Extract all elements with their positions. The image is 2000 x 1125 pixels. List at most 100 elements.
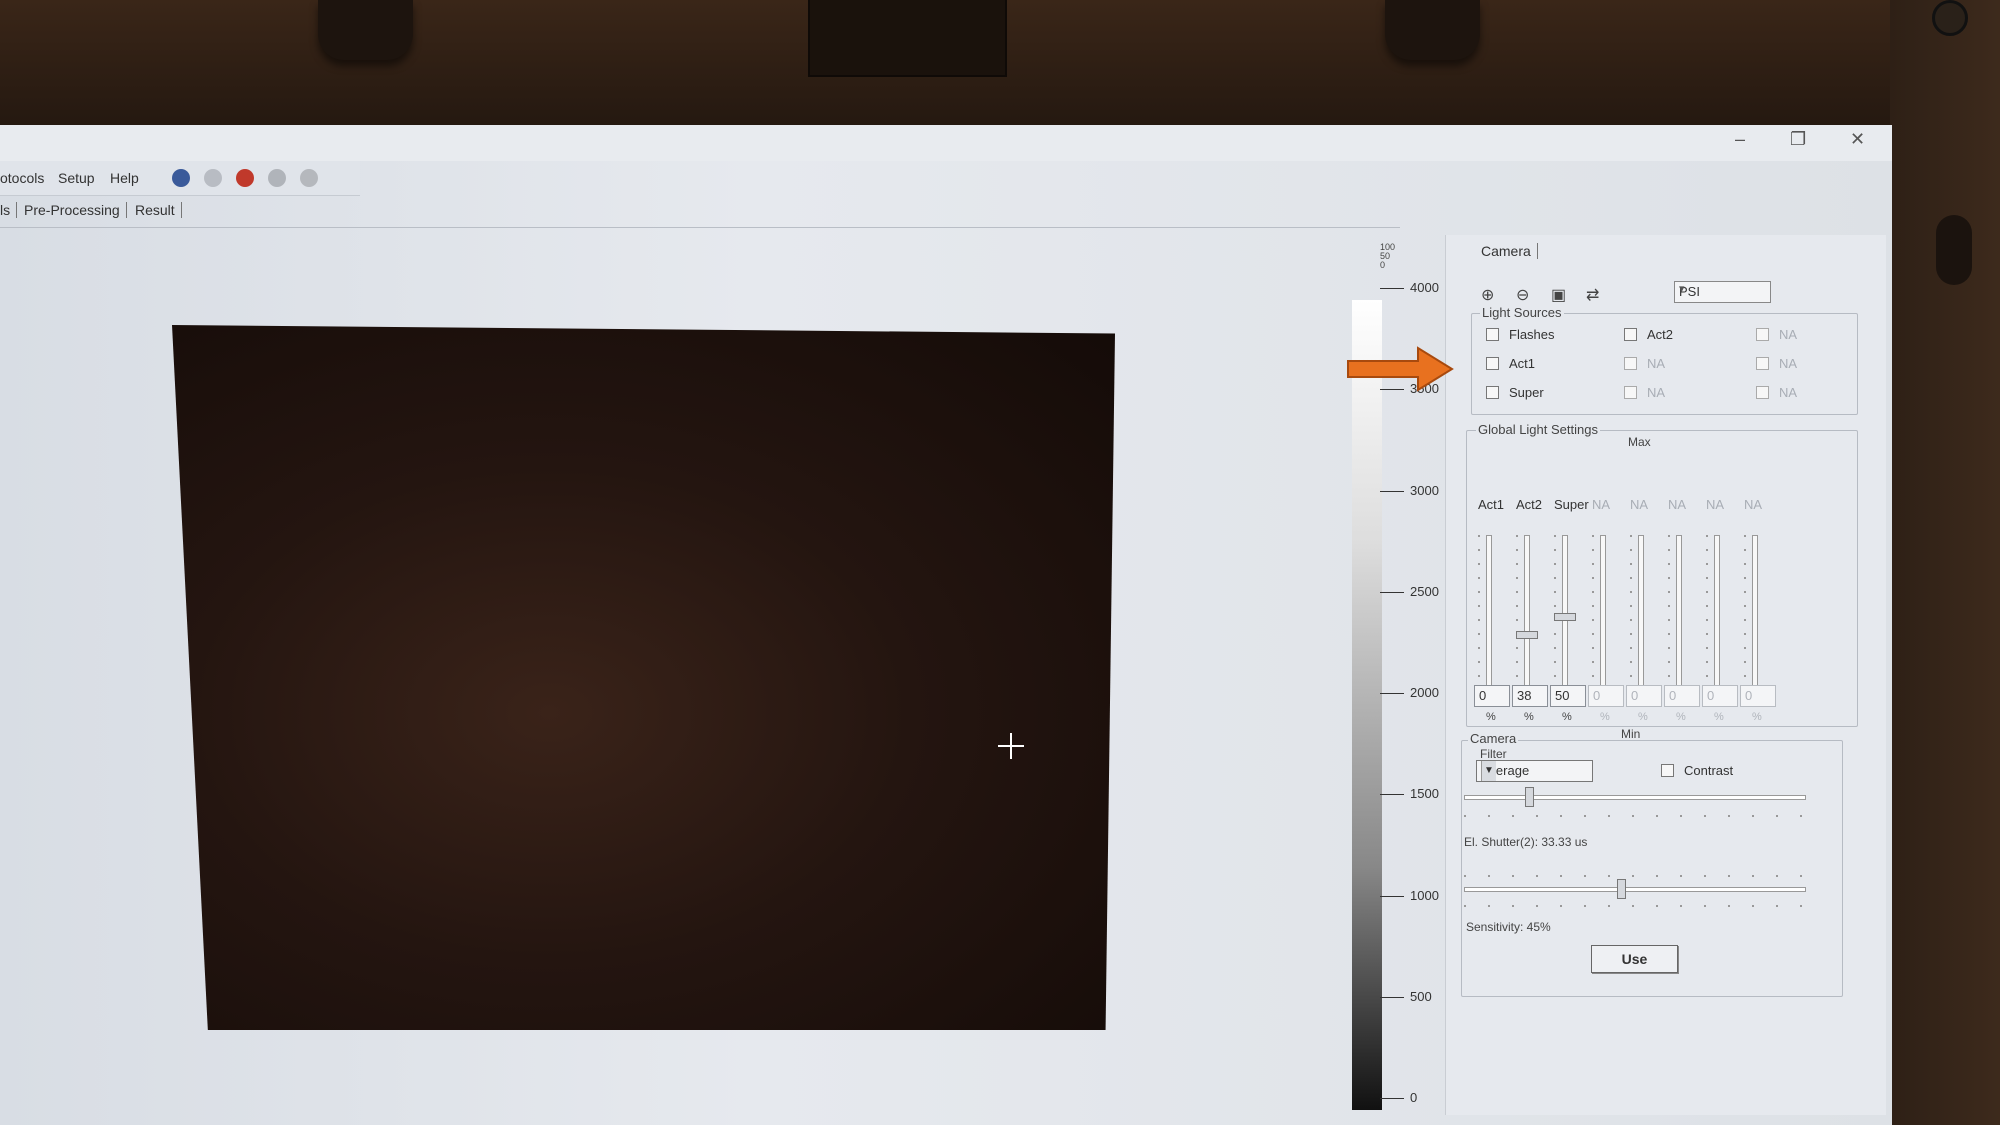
light-source-label: NA — [1779, 327, 1798, 342]
crosshair-cursor — [998, 733, 1024, 759]
checkbox-box[interactable] — [1486, 328, 1499, 341]
bezel-clip — [808, 0, 1007, 77]
menu-help[interactable]: Help — [110, 170, 139, 186]
tabs-bar: ls Pre-Processing Result — [0, 195, 1400, 228]
channel-slider-ticks — [1744, 535, 1746, 695]
checkbox-box[interactable] — [1756, 386, 1769, 399]
light-source-checkbox[interactable]: NA — [1756, 385, 1797, 400]
sensitivity-slider-thumb[interactable] — [1617, 879, 1626, 899]
light-source-checkbox[interactable]: Act1 — [1486, 356, 1535, 371]
shutter-slider-track[interactable] — [1464, 795, 1806, 800]
channel-slider-track[interactable] — [1714, 535, 1720, 697]
device-screw — [1932, 0, 1968, 36]
transfer-icon[interactable]: ⇄ — [1586, 285, 1604, 304]
flash-icon[interactable] — [236, 169, 254, 187]
light-source-checkbox[interactable]: Act2 — [1624, 327, 1673, 342]
title-bar: – ❐ ✕ — [0, 125, 1892, 161]
channel-slider-track[interactable] — [1486, 535, 1492, 697]
restore-button[interactable]: ❐ — [1790, 129, 1806, 150]
light-source-label: NA — [1647, 385, 1666, 400]
scale-tick — [1380, 591, 1404, 593]
channel-slider-ticks — [1630, 535, 1632, 695]
tab-protocols[interactable]: ls — [0, 202, 18, 218]
channel-slider-track[interactable] — [1600, 535, 1606, 697]
channel-value-field[interactable]: 0 — [1474, 685, 1510, 707]
light-source-label: NA — [1647, 356, 1666, 371]
channel-slider-ticks — [1668, 535, 1670, 695]
scale-tick — [1380, 1098, 1404, 1099]
checkbox-box[interactable] — [1486, 386, 1499, 399]
tab-camera[interactable]: Camera — [1481, 243, 1538, 259]
channel-value-field[interactable]: 0 — [1588, 685, 1624, 707]
channel-value-field[interactable]: 0 — [1702, 685, 1738, 707]
filter-select[interactable]: Average ▼ — [1476, 760, 1593, 782]
channel-label: NA — [1668, 497, 1687, 512]
channel-label: NA — [1592, 497, 1611, 512]
menu-setup[interactable]: Setup — [58, 170, 95, 186]
sensitivity-slider-track[interactable] — [1464, 887, 1806, 892]
shutter-slider-thumb[interactable] — [1525, 787, 1535, 807]
channel-value-field[interactable]: 0 — [1740, 685, 1776, 707]
channel-value-field[interactable]: 50 — [1550, 685, 1586, 707]
sensitivity-slider-ticks-top — [1464, 875, 1804, 877]
zoom-in-icon[interactable]: ⊕ — [1481, 285, 1499, 304]
checkbox-box[interactable] — [1486, 357, 1499, 370]
filter-label: Filter — [1480, 747, 1507, 761]
channel-value: 50 — [1555, 688, 1570, 703]
scale-tick-label: 1500 — [1410, 786, 1439, 802]
scale-tick — [1380, 794, 1404, 796]
fluorescence-image-view[interactable] — [172, 325, 1115, 1030]
use-button[interactable]: Use — [1591, 945, 1678, 973]
chevron-down-icon: ▾ — [1679, 283, 1685, 295]
zoom-out-icon[interactable]: ⊖ — [1516, 285, 1534, 304]
channel-slider-track[interactable] — [1524, 535, 1530, 697]
scale-percent-0: 0 — [1380, 260, 1386, 270]
shutter-text: El. Shutter(2): 33.33 us — [1464, 835, 1588, 849]
channel-value-field[interactable]: 38 — [1512, 685, 1548, 707]
contrast-checkbox[interactable]: Contrast — [1661, 763, 1733, 778]
scale-tick — [1380, 288, 1404, 289]
camera-group-title: Camera — [1468, 731, 1519, 746]
light-source-checkbox[interactable]: NA — [1756, 356, 1797, 371]
light-source-checkbox[interactable]: Flashes — [1486, 327, 1555, 342]
channel-unit: % — [1638, 711, 1648, 723]
tab-pre-processing[interactable]: Pre-Processing — [24, 202, 127, 218]
channel-slider-thumb[interactable] — [1554, 612, 1576, 621]
script-icon[interactable] — [204, 169, 222, 187]
protocol-select[interactable]: PSI ▾ — [1674, 281, 1771, 303]
minimize-button[interactable]: – — [1735, 129, 1745, 150]
channel-value-field[interactable]: 0 — [1664, 685, 1700, 707]
checkbox-box[interactable] — [1756, 357, 1769, 370]
menu-protocols[interactable]: otocols — [0, 170, 44, 186]
channel-slider-track[interactable] — [1752, 535, 1758, 697]
orange-arrow-annotation — [1347, 346, 1454, 392]
sensitivity-text: Sensitivity: 45% — [1466, 920, 1551, 934]
channel-label: NA — [1744, 497, 1763, 512]
chevron-down-icon: ▼ — [1481, 761, 1496, 781]
min-label: Min — [1621, 727, 1641, 741]
channel-value-field[interactable]: 0 — [1626, 685, 1662, 707]
checkbox-box[interactable] — [1624, 386, 1637, 399]
light-source-checkbox[interactable]: NA — [1756, 327, 1797, 342]
channel-slider-ticks — [1478, 535, 1480, 695]
stop-icon[interactable] — [268, 169, 286, 187]
light-source-label: NA — [1779, 356, 1798, 371]
tool-icon[interactable] — [300, 169, 318, 187]
channel-slider-thumb[interactable] — [1516, 631, 1538, 640]
contrast-checkbox-box[interactable] — [1661, 764, 1674, 777]
tab-result[interactable]: Result — [135, 202, 182, 218]
experiment-icon[interactable] — [172, 169, 190, 187]
light-source-checkbox[interactable]: NA — [1624, 356, 1665, 371]
checkbox-box[interactable] — [1756, 328, 1769, 341]
checkbox-box[interactable] — [1624, 357, 1637, 370]
channel-slider-track[interactable] — [1676, 535, 1682, 697]
camera-icon[interactable]: ▣ — [1551, 285, 1569, 304]
intensity-colorbar — [1352, 300, 1382, 1110]
close-button[interactable]: ✕ — [1850, 129, 1865, 150]
checkbox-box[interactable] — [1624, 328, 1637, 341]
light-source-label: Act2 — [1647, 327, 1674, 342]
channel-slider-track[interactable] — [1638, 535, 1644, 697]
menu-bar: otocols Setup Help — [0, 161, 360, 196]
light-source-checkbox[interactable]: NA — [1624, 385, 1665, 400]
light-source-checkbox[interactable]: Super — [1486, 385, 1544, 400]
